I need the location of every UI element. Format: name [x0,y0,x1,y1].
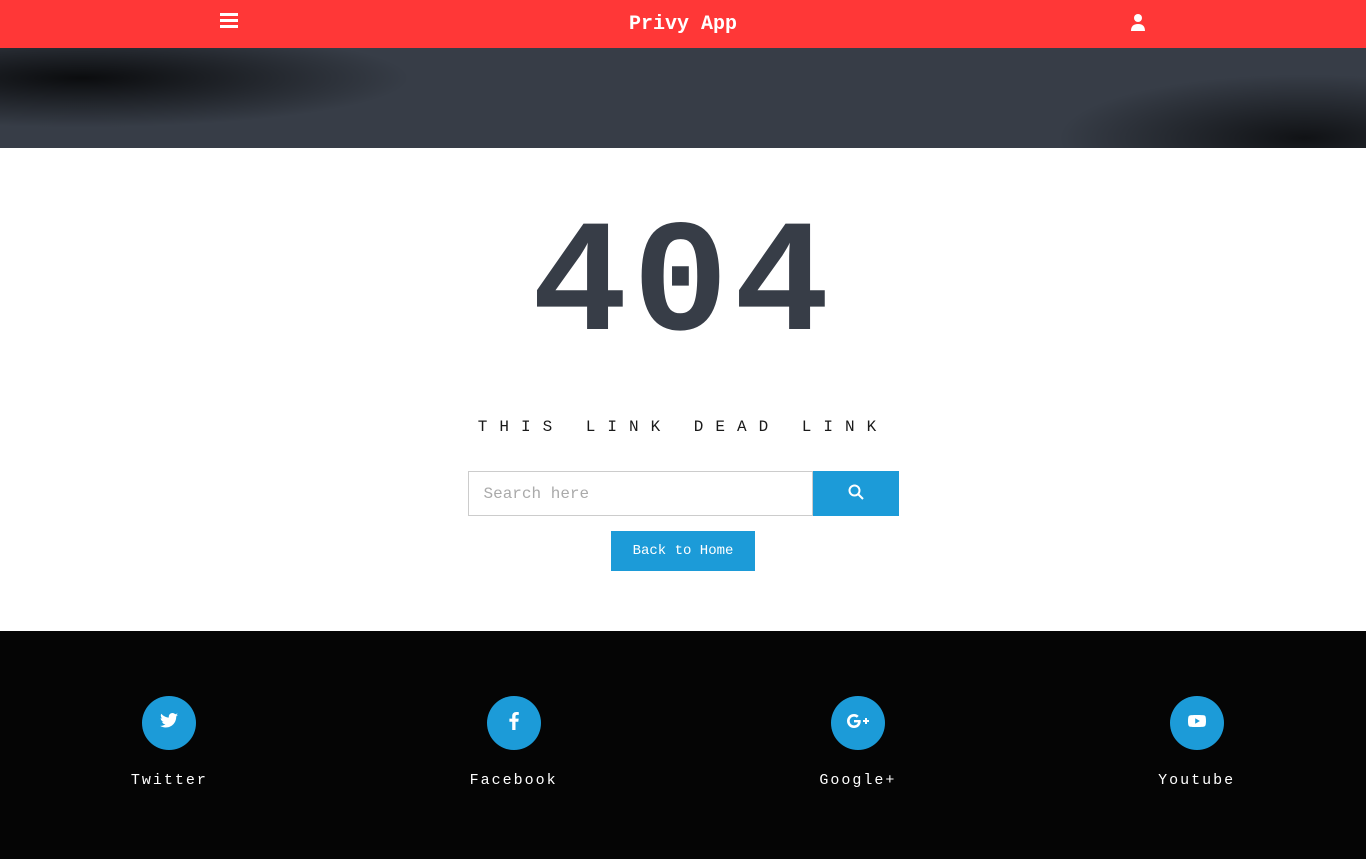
social-youtube[interactable]: Youtube [1158,696,1235,789]
social-googleplus[interactable]: Google+ [819,696,896,789]
back-to-home-button[interactable]: Back to Home [611,531,756,571]
hero-banner [0,48,1366,148]
search-row [0,471,1366,516]
search-input[interactable] [468,471,813,516]
search-button[interactable] [813,471,899,516]
social-label: Google+ [819,772,896,789]
user-icon[interactable] [1130,13,1146,36]
facebook-icon [509,712,519,735]
error-message: THIS LINK DEAD LINK [0,418,1366,436]
hamburger-icon[interactable] [220,13,238,36]
app-title: Privy App [629,13,737,36]
googleplus-icon [847,714,869,733]
youtube-icon [1188,712,1206,735]
error-content: 404 THIS LINK DEAD LINK Back to Home [0,148,1366,631]
error-code: 404 [0,208,1366,368]
twitter-icon [160,713,178,733]
social-label: Facebook [470,772,558,789]
search-icon [848,484,864,503]
social-twitter[interactable]: Twitter [131,696,208,789]
social-label: Youtube [1158,772,1235,789]
footer: Twitter Facebook Google+ [0,631,1366,859]
header: Privy App [0,0,1366,48]
social-label: Twitter [131,772,208,789]
social-facebook[interactable]: Facebook [470,696,558,789]
